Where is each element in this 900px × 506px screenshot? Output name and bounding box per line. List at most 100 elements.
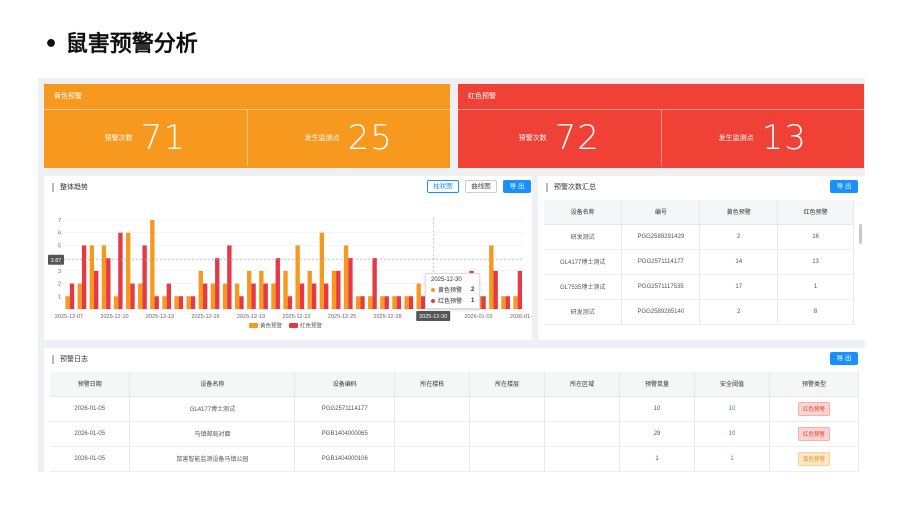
red-bar [227,245,232,309]
log-table-header-cell: 所在区域 [544,372,621,397]
log-title: 预警日志 [52,355,88,364]
cursor-date-label: 2025-12-30 [419,314,447,320]
summary-export-button[interactable]: 导 出 [830,180,858,193]
yellow-bar [101,245,107,309]
x-tick-label: 2025-12-07 [55,314,83,320]
red-bar [372,258,377,309]
log-table-header-cell: 预警日期 [50,372,131,397]
yellow-bar [222,283,228,309]
yellow-bar [162,296,167,309]
yellow-bar [113,296,119,309]
red-dot-icon [431,298,435,303]
summary-table-cell: 13 [777,249,854,275]
log-table-cell: 2026-01-05 [50,396,131,422]
y-tick-label: 2 [58,282,61,288]
red-bar [384,296,389,309]
table-row[interactable]: GL7535博士测试 PGG2571117535 17 1 [544,274,854,300]
yellow-bar [404,296,409,309]
red-bar [178,296,184,309]
red-bar [275,258,280,309]
yellow-bar [307,270,312,309]
summary-table-cell: 14 [699,249,779,275]
yellow-card-header: 黄色预警 [44,84,450,110]
log-table-cell: 鼠害智能监测设备马镇公园 [129,446,296,472]
yellow-bar [513,296,518,309]
y-tick-label: 5 [58,243,61,249]
summary-panel: 预警次数汇总 导 出 设备名称 编号 黄色预警 红色预警 研发测试 PGG2589291… [538,176,865,340]
yellow-bar [380,296,385,309]
x-tick-label: 2026-01-03 [464,314,492,320]
summary-table-cell: PGG2589285140 [621,299,701,325]
summary-table-cell: GL4177博士测试 [544,249,623,275]
cursor-value-label: 3.87 [51,258,62,264]
table-row[interactable]: 2026-01-05 GL4177博士测试 PGG2571114177 10 10 红色预… [50,396,860,422]
log-table-cell: 29 [619,421,696,447]
summary-table-cell: GL7535博士测试 [544,274,623,300]
summary-table-cell: PGG2571114177 [621,249,701,275]
table-row[interactable]: 研发测试 PGG2589291429 2 16 [544,224,854,250]
log-table-cell: 2026-01-05 [50,446,131,472]
log-table-cell [544,446,621,472]
summary-table-cell: 2 [699,299,779,325]
dashboard: 黄色预警 预警次数 71 发生监测点 25 红色预警 预警次数 72 发生监测点 13 … [38,78,865,472]
table-row[interactable]: 研发测试 PGG2589285140 2 8 [544,299,854,325]
log-table-cell [394,396,471,422]
summary-table-cell: PGG2589291429 [621,224,701,250]
legend-label: 黄色预警 [260,322,283,330]
legend-label: 红色预警 [300,322,323,330]
red-points-value: 13 [761,118,807,158]
yellow-bar [174,296,179,309]
x-tick-label: 2025-12-28 [373,314,401,320]
summary-scrollbar[interactable] [859,224,862,244]
x-tick-label: 2025-12-19 [237,314,265,320]
red-bar [517,270,523,309]
yellow-bar [210,283,216,309]
log-table-cell [469,421,546,447]
red-bar [311,283,317,309]
red-bar [118,232,123,309]
summary-table-cell: 8 [777,299,854,325]
log-table-cell: 马镇邮局对面 [129,421,296,447]
summary-table-cell: 2 [699,224,779,250]
log-table-cell [469,396,546,422]
summary-table-cell: 1 [777,274,854,300]
red-card-header: 红色预警 [458,84,864,110]
yellow-bar [368,296,373,309]
yellow-bar [77,283,82,309]
y-tick-label: 3 [58,269,61,275]
table-row[interactable]: GL4177博士测试 PGG2571114177 14 13 [544,249,854,275]
log-table: 预警日期 设备名称 设备编码 所在楼栋 所在楼层 所在区域 预警鼠量 安全阈值 预警类型 202… [50,372,860,472]
red-bar [481,296,486,309]
table-row[interactable]: 2026-01-05 马镇邮局对面 PGB1404000065 29 10 红色预警 [50,421,860,447]
yellow-bar [331,270,337,309]
x-tick-label: 2025-12-16 [191,314,219,320]
red-bar [348,258,353,309]
yellow-bar [392,296,397,309]
summary-table-cell: 17 [699,274,779,300]
log-export-button[interactable]: 导 出 [830,352,858,365]
summary-table-cell: 研发测试 [544,299,623,325]
summary-table-cell: PGG2571117535 [621,274,701,300]
red-bar [505,296,510,309]
red-bar [202,283,208,309]
log-panel: 预警日志 导 出 预警日期 设备名称 设备编码 所在楼栋 所在楼层 所在区域 预警鼠量 安全阈… [44,348,865,472]
yellow-bar [259,270,264,309]
log-table-header-cell: 设备名称 [129,372,296,397]
red-warning-card: 红色预警 预警次数 72 发生监测点 13 [458,84,864,168]
red-bar [190,296,196,309]
red-bar [396,296,402,309]
red-bar [142,245,147,309]
log-table-cell: PGB1404000106 [294,446,396,472]
table-row[interactable]: 2026-01-05 鼠害智能监测设备马镇公园 PGB1404000106 1 1 黄色预… [50,446,860,472]
summary-table-header-cell: 设备名称 [544,200,623,225]
x-tick-label: 2025-12-13 [146,314,174,320]
yellow-bar [138,283,143,309]
tooltip-red-label: 红色预警 [438,299,463,305]
log-table-header-cell: 所在楼层 [469,372,546,397]
log-table-cell [394,421,471,447]
red-bar [408,296,414,309]
yellow-bar [150,220,155,309]
log-table-cell: 黄色预警 [769,446,860,472]
yellow-bar [234,283,240,309]
red-bar [215,258,220,309]
